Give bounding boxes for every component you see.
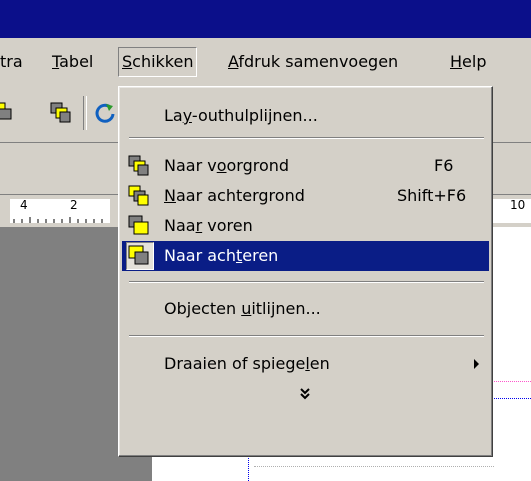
- menu-bar: tra Tabel Schikken Afdruk samenvoegen He…: [0, 40, 531, 85]
- menu-item-label: Objecten uitlijnen...: [164, 299, 321, 318]
- menu-item-shortcut: Shift+F6: [397, 186, 467, 205]
- menu-item-label: Lay-outhulplijnen...: [164, 106, 318, 125]
- menu-afdruk-samenvoegen[interactable]: Afdruk samenvoegen: [224, 48, 402, 76]
- menu-separator: [129, 137, 484, 139]
- text-box-boundary: [254, 466, 494, 467]
- menu-afdruk-label: fdruk samenvoegen: [238, 52, 399, 71]
- menu-schikken-accel: S: [122, 52, 133, 71]
- send-backward-icon[interactable]: [0, 102, 14, 124]
- menu-item-layout-guides[interactable]: Lay-outhulplijnen...: [122, 101, 489, 131]
- bring-to-front-icon: [128, 155, 149, 176]
- menu-separator: [129, 281, 484, 283]
- ruler-number: 4: [20, 198, 28, 212]
- submenu-arrow-icon: [474, 359, 479, 369]
- ruler-number: 2: [70, 198, 78, 212]
- layout-guide-line: [492, 398, 531, 399]
- menu-help[interactable]: Help: [446, 48, 490, 76]
- rotate-icon[interactable]: [94, 102, 116, 124]
- menu-extra[interactable]: tra: [0, 48, 27, 76]
- schikken-dropdown-menu: Lay-outhulplijnen... Naar voorgrond F6 N…: [118, 86, 493, 457]
- ruler-ticks: [13, 217, 103, 223]
- send-to-back-icon: [128, 185, 149, 206]
- menu-item-send-backward[interactable]: Naar achteren: [122, 241, 489, 271]
- menu-item-label: Naar achtergrond: [164, 186, 305, 205]
- toolbar-separator: [83, 96, 87, 130]
- menu-item-align-objects[interactable]: Objecten uitlijnen...: [122, 294, 489, 324]
- title-bar: [0, 0, 531, 38]
- bring-forward-icon: [128, 215, 149, 235]
- menu-help-label: elp: [462, 52, 487, 71]
- bring-to-front-icon[interactable]: [50, 102, 72, 124]
- menu-separator: [129, 335, 484, 337]
- menu-item-label: Naar voorgrond: [164, 156, 290, 175]
- ruler-number: 10: [510, 198, 526, 212]
- menu-tabel-label: abel: [59, 52, 94, 71]
- menu-item-shortcut: F6: [434, 156, 454, 175]
- menu-item-send-to-back[interactable]: Naar achtergrond Shift+F6: [122, 181, 489, 211]
- layout-guide-line: [492, 381, 531, 382]
- menu-schikken[interactable]: Schikken: [118, 47, 198, 77]
- send-backward-icon: [128, 245, 149, 265]
- menu-expand-button[interactable]: [122, 379, 489, 409]
- menu-item-label: Naar achteren: [164, 246, 279, 265]
- menu-help-accel: H: [450, 52, 463, 71]
- menu-tabel[interactable]: Tabel: [48, 48, 97, 76]
- menu-extra-label: tra: [0, 52, 23, 71]
- menu-item-bring-to-front[interactable]: Naar voorgrond F6: [122, 151, 489, 181]
- menu-schikken-label: chikken: [132, 52, 194, 71]
- menu-afdruk-accel: A: [228, 52, 239, 71]
- menu-item-label: Draaien of spiegelen: [164, 354, 330, 373]
- menu-item-label: Naar voren: [164, 216, 253, 235]
- expand-chevron-icon: [300, 388, 310, 400]
- menu-item-bring-forward[interactable]: Naar voren: [122, 211, 489, 241]
- menu-item-rotate-flip[interactable]: Draaien of spiegelen: [122, 349, 489, 379]
